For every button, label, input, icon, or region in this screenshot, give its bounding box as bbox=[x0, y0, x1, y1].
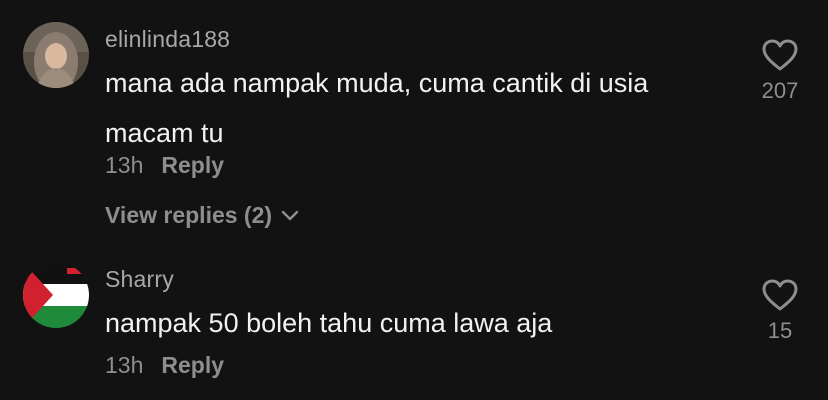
reply-button[interactable]: Reply bbox=[161, 352, 224, 379]
comment-text: nampak 50 boleh tahu cuma lawa aja bbox=[105, 308, 553, 338]
avatar[interactable] bbox=[23, 22, 89, 88]
view-replies-label: View replies (2) bbox=[105, 202, 273, 228]
comment-meta: 13h Reply bbox=[105, 352, 224, 379]
like-count: 207 bbox=[761, 78, 799, 103]
like-button[interactable]: 207 bbox=[750, 38, 810, 104]
like-count: 15 bbox=[767, 318, 793, 343]
chevron-down-icon bbox=[280, 202, 300, 229]
comment-time: 13h bbox=[105, 152, 144, 178]
reply-button[interactable]: Reply bbox=[161, 152, 224, 179]
comment-meta: 13h Reply bbox=[105, 152, 224, 179]
heart-icon bbox=[762, 279, 798, 311]
view-replies-button[interactable]: View replies (2) bbox=[105, 202, 300, 229]
heart-icon bbox=[762, 39, 798, 71]
comment-username[interactable]: elinlinda188 bbox=[105, 26, 230, 53]
user-photo-icon bbox=[23, 22, 89, 88]
comment-time: 13h bbox=[105, 352, 144, 378]
palestine-flag-icon bbox=[23, 262, 89, 328]
like-button[interactable]: 15 bbox=[750, 278, 810, 344]
avatar[interactable] bbox=[23, 262, 89, 328]
comment-text: mana ada nampak muda, cuma cantik di usi… bbox=[105, 68, 649, 148]
comment-username[interactable]: Sharry bbox=[105, 266, 174, 293]
